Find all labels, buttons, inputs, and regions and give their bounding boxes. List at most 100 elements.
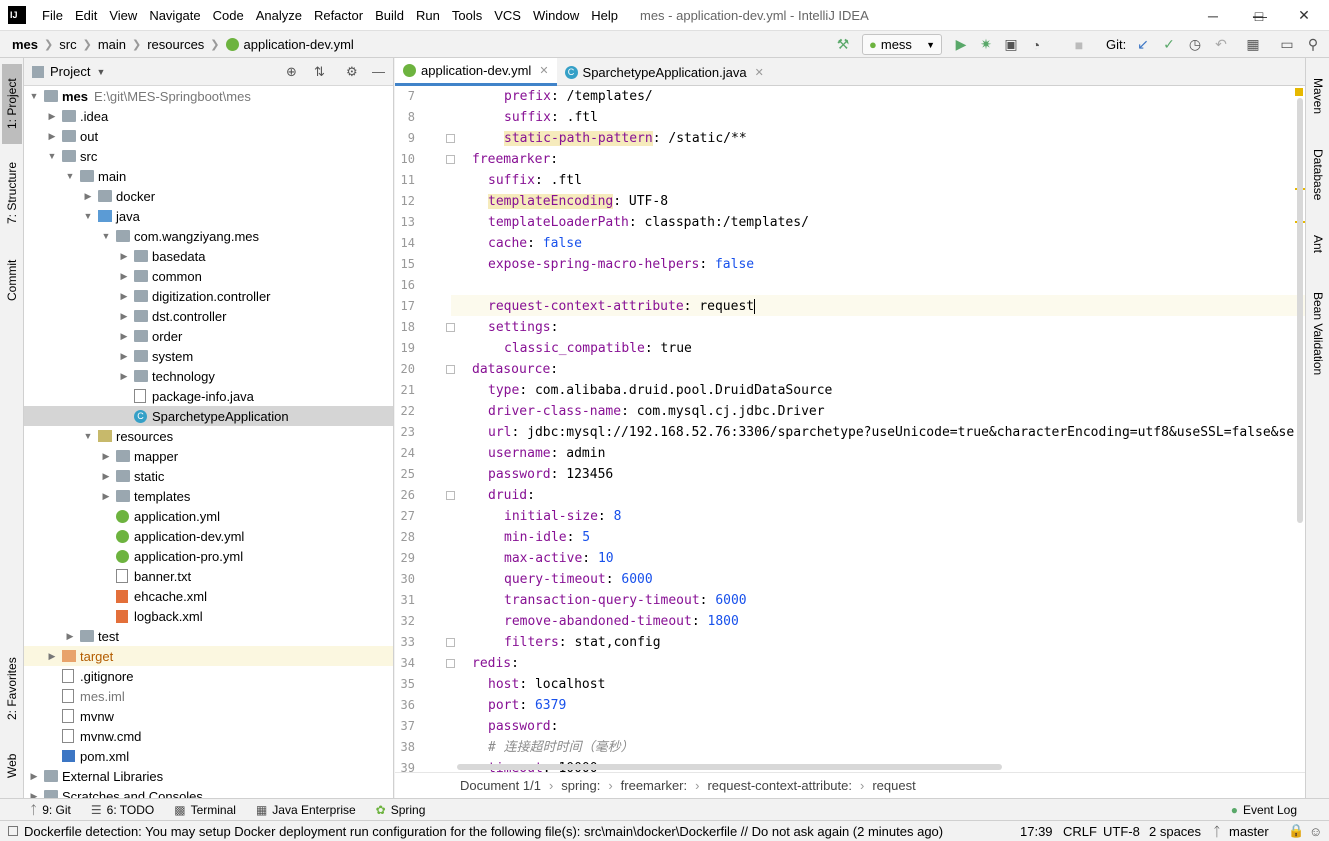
chevron-right-icon[interactable]: ▶ <box>118 291 130 302</box>
code-line[interactable]: password: <box>488 716 566 737</box>
chevron-down-icon[interactable]: ▼ <box>64 171 76 181</box>
fold-marker-icon[interactable] <box>446 659 455 668</box>
breadcrumb-item[interactable]: application-dev.yml <box>222 37 358 52</box>
editor-breadcrumb-item[interactable]: Document 1/1 <box>460 778 541 793</box>
tree-item[interactable]: ▶ target <box>24 646 393 666</box>
tool-tab-todo[interactable]: ☰ 6: TODO <box>81 803 164 817</box>
breadcrumb-item[interactable]: main <box>94 37 130 52</box>
chevron-right-icon[interactable]: ▶ <box>28 771 40 782</box>
collapse-all-icon[interactable]: ⇅ <box>314 64 325 80</box>
fold-marker-icon[interactable] <box>446 638 455 647</box>
tree-item[interactable]: ▶ .idea <box>24 106 393 126</box>
code-line[interactable]: prefix: /templates/ <box>504 86 653 107</box>
menu-view[interactable]: View <box>103 0 143 31</box>
code-line[interactable]: remove-abandoned-timeout: 1800 <box>504 611 739 632</box>
editor-breadcrumb-item[interactable]: freemarker: <box>621 778 687 793</box>
tree-item[interactable]: ▶ common <box>24 266 393 286</box>
code-line[interactable]: freemarker: <box>472 149 566 170</box>
breadcrumb-item[interactable]: resources <box>143 37 208 52</box>
chevron-right-icon[interactable]: ▶ <box>118 271 130 282</box>
tree-item[interactable]: ehcache.xml <box>24 586 393 606</box>
breadcrumb-item[interactable]: src <box>55 37 80 52</box>
profile-icon[interactable]: ◔ <box>1025 34 1047 55</box>
git-rollback-icon[interactable]: ↶ <box>1210 34 1232 55</box>
code-line[interactable]: datasource: <box>472 359 566 380</box>
tree-item[interactable]: mes.iml <box>24 686 393 706</box>
vertical-scrollbar[interactable] <box>1297 98 1303 523</box>
menu-refactor[interactable]: Refactor <box>308 0 369 31</box>
code-line[interactable]: initial-size: 8 <box>504 506 621 527</box>
code-line[interactable]: transaction-query-timeout: 6000 <box>504 590 747 611</box>
chevron-down-icon[interactable]: ▼ <box>28 91 40 101</box>
code-line[interactable]: query-timeout: 6000 <box>504 569 653 590</box>
tool-tab-git[interactable]: ᛏ 9: Git <box>0 803 81 817</box>
tree-item[interactable]: application-dev.yml <box>24 526 393 546</box>
chevron-right-icon[interactable]: ▶ <box>46 651 58 662</box>
chevron-down-icon[interactable]: ▼ <box>82 211 94 221</box>
chevron-right-icon[interactable]: ▶ <box>100 491 112 502</box>
chevron-right-icon[interactable]: ▶ <box>118 311 130 322</box>
tool-tab-bean-validation[interactable]: Bean Validation <box>1308 284 1328 384</box>
horizontal-scrollbar[interactable] <box>457 764 1002 770</box>
tree-item[interactable]: ▼ main <box>24 166 393 186</box>
tree-item[interactable]: logback.xml <box>24 606 393 626</box>
chevron-right-icon[interactable]: ▶ <box>46 131 58 142</box>
fold-marker-icon[interactable] <box>446 365 455 374</box>
tool-tab-structure[interactable]: 7: Structure <box>2 153 22 233</box>
tree-item[interactable]: ▼ mes E:\git\MES-Springboot\mes <box>24 86 393 106</box>
coverage-icon[interactable]: ▣ <box>1000 34 1022 55</box>
code-line[interactable]: # 连接超时时间（毫秒） <box>488 737 634 758</box>
project-structure-icon[interactable]: ▦ <box>1242 34 1264 55</box>
stop-icon[interactable]: ■ <box>1068 34 1090 55</box>
menu-navigate[interactable]: Navigate <box>143 0 206 31</box>
gear-icon[interactable]: ⚙ <box>346 64 358 80</box>
tree-item[interactable]: mvnw <box>24 706 393 726</box>
tool-tab-event-log[interactable]: ● Event Log <box>1221 803 1307 817</box>
search-everywhere-icon[interactable]: ⚲ <box>1302 34 1324 55</box>
presentation-icon[interactable]: ▭ <box>1276 34 1298 55</box>
menu-build[interactable]: Build <box>369 0 410 31</box>
chevron-right-icon[interactable]: ▶ <box>118 351 130 362</box>
indent-setting[interactable]: 2 spaces <box>1149 824 1201 839</box>
tree-item[interactable]: .gitignore <box>24 666 393 686</box>
status-message[interactable]: Dockerfile detection: You may setup Dock… <box>24 824 1014 839</box>
tool-tab-java-enterprise[interactable]: ▦ Java Enterprise <box>246 803 366 817</box>
code-line[interactable]: suffix: .ftl <box>488 170 582 191</box>
tool-tab-spring[interactable]: ✿ Spring <box>366 803 436 817</box>
fold-marker-icon[interactable] <box>446 323 455 332</box>
editor-breadcrumb-item[interactable]: spring: <box>561 778 600 793</box>
code-line[interactable]: type: com.alibaba.druid.pool.DruidDataSo… <box>488 380 832 401</box>
code-line[interactable]: username: admin <box>488 443 605 464</box>
code-line[interactable]: request-context-attribute: request <box>488 296 756 317</box>
chevron-right-icon[interactable]: ▶ <box>100 451 112 462</box>
tool-tab-web[interactable]: Web <box>2 741 22 791</box>
line-separator[interactable]: CRLF <box>1063 824 1097 839</box>
debug-icon[interactable]: ✷ <box>975 34 997 55</box>
code-line[interactable]: cache: false <box>488 233 582 254</box>
tool-tab-database[interactable]: Database <box>1308 140 1328 210</box>
editor-breadcrumb-item[interactable]: request <box>872 778 915 793</box>
tree-item[interactable]: banner.txt <box>24 566 393 586</box>
chevron-right-icon[interactable]: ▶ <box>28 791 40 799</box>
chevron-down-icon[interactable]: ▼ <box>46 151 58 161</box>
lock-icon[interactable]: 🔒 <box>1288 823 1304 839</box>
menu-vcs[interactable]: VCS <box>488 0 527 31</box>
tree-item[interactable]: ▶ basedata <box>24 246 393 266</box>
fold-marker-icon[interactable] <box>446 134 455 143</box>
tree-item[interactable]: ▼ com.wangziyang.mes <box>24 226 393 246</box>
code-line[interactable]: host: localhost <box>488 674 605 695</box>
hide-panel-icon[interactable]: — <box>372 64 385 79</box>
chevron-down-icon[interactable]: ▼ <box>82 431 94 441</box>
chevron-right-icon[interactable]: ▶ <box>118 251 130 262</box>
close-window-icon[interactable]: ✕ <box>1281 0 1327 31</box>
code-line[interactable]: settings: <box>488 317 566 338</box>
minimize-window-icon[interactable]: ─ <box>1190 0 1236 31</box>
chevron-right-icon[interactable]: ▶ <box>82 191 94 202</box>
tree-item[interactable]: ▶ docker <box>24 186 393 206</box>
breadcrumb-item[interactable]: mes <box>0 37 42 52</box>
close-icon[interactable]: ✕ <box>755 66 764 79</box>
chevron-right-icon[interactable]: ▶ <box>118 371 130 382</box>
code-line[interactable]: static-path-pattern: /static/** <box>504 128 747 149</box>
tree-item[interactable]: application.yml <box>24 506 393 526</box>
tool-tab-commit[interactable]: Commit <box>2 248 22 313</box>
